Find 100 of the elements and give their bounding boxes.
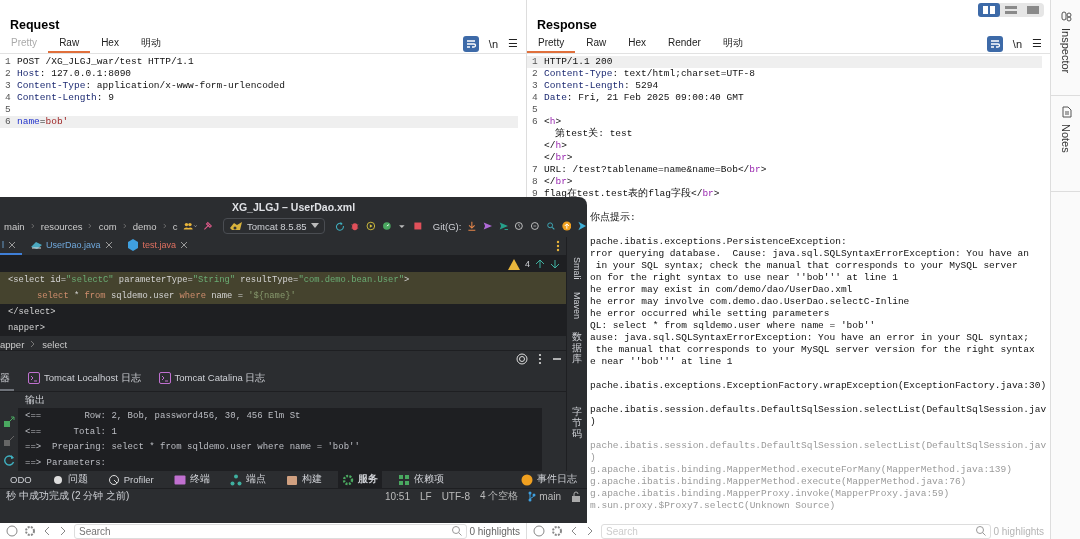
editor-tab[interactable]: Hex [617, 34, 657, 53]
tool-tab[interactable]: 构建 [281, 471, 326, 488]
sidebar-tab[interactable]: Inspector [1051, 0, 1080, 96]
deploy-icon[interactable] [3, 416, 15, 428]
chevron-icon [162, 222, 167, 230]
status-item[interactable]: 4 个空格 [479, 489, 519, 503]
breadcrumb[interactable]: demo [132, 220, 157, 232]
editor-tab[interactable]: Raw [48, 34, 91, 53]
code-line: the manual that corresponds to your MySQL server version for the right syntax [594, 344, 1035, 356]
gauge-icon[interactable] [381, 219, 392, 233]
editor-toggle[interactable]: \n [488, 37, 499, 50]
code-line: e near ''bob''' at line 1 [590, 356, 733, 368]
editor-tab[interactable]: Render [657, 34, 712, 53]
people-icon[interactable] [183, 220, 198, 232]
tool-tab[interactable]: 事件日志 [517, 471, 581, 488]
status-item[interactable]: LF [419, 490, 432, 502]
console-tab[interactable]: 器 [0, 367, 14, 392]
run-config-dropdown[interactable]: Tomcat 8.5.85 [222, 218, 325, 234]
code-line: QL: select * from sqldemo.user where name = 'bob'' [590, 320, 876, 332]
console-tab[interactable]: Tomcat Localhost 日志 [28, 367, 145, 392]
git-label: Git(G): [432, 220, 462, 232]
status-item[interactable]: UTF-8 [441, 490, 470, 502]
code-line: Content-Length: 9 [17, 92, 114, 104]
wrap-lines-icon[interactable] [986, 35, 1003, 52]
branch-button[interactable]: main [528, 490, 561, 502]
breadcrumb[interactable]: resources [40, 220, 83, 232]
tool-tab[interactable]: 终端 [169, 471, 214, 488]
play-icon[interactable] [366, 219, 376, 233]
undeploy-icon[interactable] [3, 435, 15, 447]
close-icon[interactable] [8, 241, 16, 249]
editor-tab[interactable]: Hex [90, 34, 130, 53]
up-arrow-icon[interactable] [535, 259, 545, 269]
close-icon[interactable] [180, 241, 189, 249]
tomcat-icon [228, 220, 243, 232]
down-arrow-icon[interactable] [550, 259, 560, 269]
warning-icon[interactable] [508, 258, 520, 270]
file-tab[interactable]: test.java [124, 237, 195, 255]
close-icon[interactable] [104, 241, 113, 249]
target-icon[interactable] [516, 353, 528, 366]
editor-tab[interactable]: Pretty [527, 34, 576, 53]
refresh-icon[interactable] [3, 454, 15, 466]
search-field[interactable]: Search [74, 523, 468, 539]
side-tool[interactable]: 数据库 [572, 330, 582, 364]
editor-tab[interactable]: 明动 [129, 34, 172, 53]
file-tab[interactable]: UserDao.java [28, 237, 119, 255]
tool-tab[interactable]: Profiler [103, 471, 158, 488]
code-line: g.apache.ibatis.binding.MapperProxy.invoke(MapperProxy.java:59) [590, 488, 950, 500]
forward-icon[interactable] [58, 525, 68, 537]
line-number: 3 [4, 80, 12, 92]
code-line: HTTP/1.1 200 [544, 56, 613, 68]
kebab-icon[interactable] [538, 353, 542, 366]
code-line: ) [590, 416, 596, 428]
download-icon[interactable] [467, 219, 478, 233]
line-number: 7 [531, 164, 539, 176]
line-number: 3 [531, 80, 539, 92]
breadcrumb[interactable]: com [98, 220, 117, 232]
tool-tab[interactable]: 问题 [47, 471, 92, 488]
code-line: he error may exist in com/demo/dao/UserDao.xml [590, 284, 853, 296]
console-tab[interactable]: Tomcat Catalina 日志 [158, 367, 270, 392]
breadcrumb[interactable]: main [4, 220, 25, 232]
lock-icon[interactable] [571, 490, 581, 502]
code-line: </select> [8, 306, 56, 319]
settings-icon[interactable] [24, 525, 36, 537]
status-message: 秒 中成功完成 (2 分钟 之前) [6, 489, 130, 503]
breadcrumb[interactable]: apper [0, 338, 25, 350]
tool-tab[interactable]: ODO [6, 471, 36, 488]
history-icon[interactable] [514, 219, 525, 233]
update-icon[interactable] [561, 219, 572, 233]
editor-toggle[interactable]: ☰ [1032, 37, 1043, 50]
play-logo-icon[interactable] [577, 219, 587, 233]
tool-tab[interactable]: 端点 [225, 471, 270, 488]
highlight-count: 0 highlights [993, 525, 1045, 537]
rollback-icon[interactable] [530, 219, 540, 233]
warning-count: 4 [525, 259, 530, 269]
tool-tab[interactable]: 依赖项 [393, 471, 448, 488]
kebab-icon[interactable] [556, 240, 560, 252]
hammer-icon[interactable] [203, 219, 213, 233]
status-item[interactable]: 10:51 [384, 490, 410, 502]
breadcrumb[interactable]: c [172, 220, 178, 232]
line-number: 4 [4, 92, 12, 104]
editor-tab[interactable]: Raw [575, 34, 618, 53]
wrap-lines-icon[interactable] [462, 35, 479, 52]
side-tool[interactable]: 字节码 [572, 405, 582, 439]
editor-toggle[interactable]: \n [1012, 37, 1023, 50]
chevron-icon [30, 340, 37, 349]
sidebar-tab[interactable]: Notes [1051, 96, 1080, 192]
line-number: 6 [531, 116, 539, 128]
side-tool[interactable]: Maven [572, 291, 582, 319]
search-icon[interactable] [545, 219, 556, 233]
editor-toggle[interactable]: ☰ [508, 37, 519, 50]
branch-icon [528, 490, 537, 502]
settings-icon[interactable] [551, 525, 564, 537]
side-tool[interactable]: Smali [572, 257, 582, 280]
code-line: g.apache.ibatis.binding.MapperMethod.execute(MapperMethod.java:76) [590, 476, 967, 488]
code-line: pache.ibatis.exceptions.PersistenceException: [590, 235, 847, 248]
editor-tab[interactable]: 明动 [711, 34, 754, 53]
tool-tab[interactable]: 服务 [337, 471, 382, 488]
breadcrumb[interactable]: select [42, 338, 68, 350]
cube-icon [126, 238, 139, 252]
back-icon[interactable] [42, 525, 52, 537]
